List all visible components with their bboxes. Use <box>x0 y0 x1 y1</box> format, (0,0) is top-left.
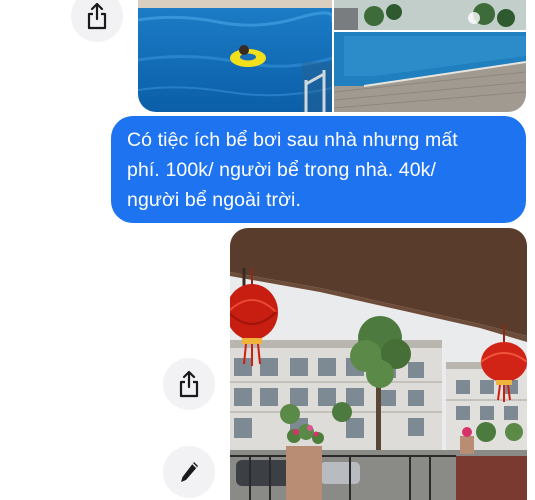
share-icon <box>85 2 109 30</box>
swimming-pool-child-photo[interactable] <box>138 0 332 112</box>
share-button-top[interactable] <box>71 0 123 42</box>
message-line: phí. 100k/ người bể trong nhà. 40k/ <box>127 159 437 181</box>
pencil-icon <box>177 459 201 485</box>
outdoor-pool-photo[interactable] <box>334 0 526 112</box>
message-line: Có tiệc ích bể bơi sau nhà nhưng mất <box>127 129 458 151</box>
edit-button[interactable] <box>163 446 215 498</box>
townhouses-lanterns-photo[interactable] <box>230 228 527 500</box>
share-icon <box>177 370 201 398</box>
photo-grid <box>138 0 528 112</box>
message-line: người bể ngoài trời. <box>127 189 301 211</box>
message-bubble[interactable]: Có tiệc ích bể bơi sau nhà nhưng mất phí… <box>111 116 526 223</box>
share-button[interactable] <box>163 358 215 410</box>
